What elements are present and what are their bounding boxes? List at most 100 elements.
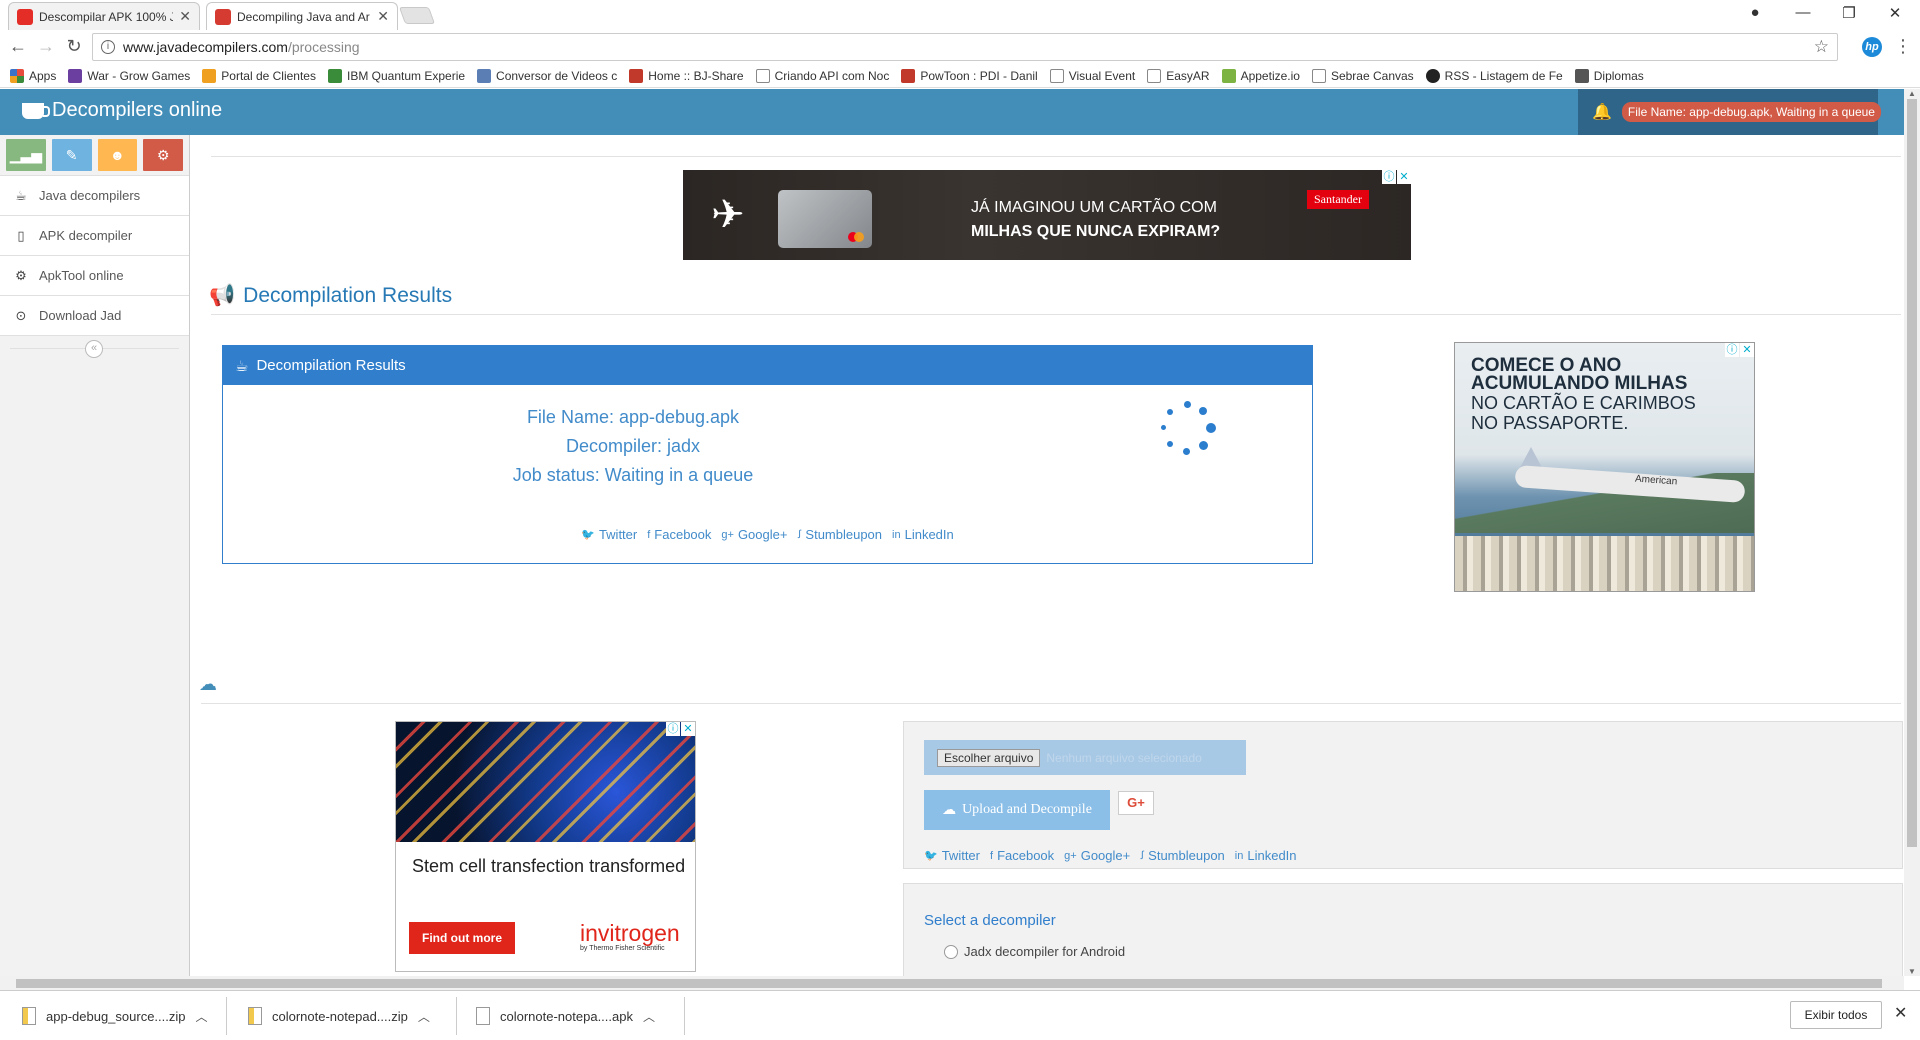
bookmark-item[interactable]: Portal de Clientes	[202, 68, 316, 83]
radio-button[interactable]	[944, 944, 958, 959]
page-title-text: Decompilation Results	[243, 284, 453, 307]
notification-area[interactable]: 🔔 File Name: app-debug.apk, Waiting in a…	[1578, 89, 1881, 135]
bookmark-item[interactable]: War - Grow Games	[68, 68, 190, 83]
bookmark-favicon-icon	[1574, 68, 1589, 83]
site-info-icon[interactable]: i	[101, 40, 115, 54]
google-plus-button[interactable]: G+	[1118, 791, 1154, 815]
new-tab-button[interactable]	[398, 7, 436, 24]
share-linkedin[interactable]: in LinkedIn	[892, 527, 954, 542]
file-picker[interactable]: Escolher arquivo Nenhum arquivo selecion…	[924, 740, 1246, 775]
decompiler-option[interactable]: Jadx decompiler for Android	[944, 944, 1125, 959]
bookmark-item[interactable]: Appetize.io	[1221, 68, 1300, 83]
ad-close-icon[interactable]: ✕	[681, 722, 695, 736]
sidebar-item-label: Download Jad	[39, 308, 122, 323]
reload-icon[interactable]: ↻	[62, 36, 86, 57]
tab-decompiling-java[interactable]: Decompiling Java and Ar ✕	[206, 2, 398, 30]
address-bar[interactable]: i www.javadecompilers.com /processing ☆	[92, 33, 1838, 61]
close-tab-icon[interactable]: ✕	[179, 8, 191, 25]
window-close-icon[interactable]: ✕	[1880, 4, 1910, 22]
scroll-down-icon[interactable]: ▼	[1908, 967, 1916, 976]
ad-info-icon[interactable]: ⓘ	[1382, 170, 1396, 184]
sidebar-item-apk-decompiler[interactable]: ▯ APK decompiler	[0, 215, 189, 255]
download-item[interactable]: colornote-notepad....zip ︿	[248, 1000, 430, 1032]
chevron-up-icon[interactable]: ︿	[643, 1008, 655, 1025]
bookmark-item[interactable]: EasyAR	[1147, 68, 1210, 83]
bookmark-item[interactable]: RSS - Listagem de Fe	[1425, 68, 1563, 83]
forward-icon[interactable]: →	[34, 36, 58, 57]
site-brand[interactable]: Decompilers online	[22, 99, 222, 122]
bookmark-item[interactable]: Apps	[10, 68, 56, 83]
back-icon[interactable]: ←	[6, 36, 30, 57]
choose-file-button[interactable]: Escolher arquivo	[937, 748, 1041, 767]
facebook-icon: f	[990, 849, 994, 862]
tab-title: Decompiling Java and Ar	[237, 9, 370, 24]
scroll-up-icon[interactable]: ▲	[1908, 89, 1916, 98]
ad-close-icon[interactable]: ✕	[1397, 170, 1411, 184]
ad-info-icon[interactable]: ⓘ	[1725, 343, 1739, 357]
share-stumbleupon[interactable]: ꭍ Stumbleupon	[797, 527, 882, 542]
linkedin-icon: in	[1234, 849, 1244, 862]
show-all-downloads-button[interactable]: Exibir todos	[1790, 1001, 1882, 1029]
ad-headline-line2: MILHAS QUE NUNCA EXPIRAM?	[971, 223, 1221, 240]
bookmark-item[interactable]: Sebrae Canvas	[1311, 68, 1414, 83]
sidebar-item-download-jad[interactable]: ⊙ Download Jad	[0, 295, 189, 335]
upload-decompile-button[interactable]: ☁ Upload and Decompile	[924, 790, 1110, 830]
minimize-icon[interactable]: —	[1788, 4, 1818, 21]
banner-ad[interactable]: ✈ JÁ IMAGINOU UM CARTÃO COM MILHAS QUE N…	[683, 170, 1411, 260]
bookmark-item[interactable]: PowToon : PDI - Danil	[901, 68, 1038, 83]
close-tab-icon[interactable]: ✕	[377, 8, 389, 25]
bookmark-item[interactable]: Diplomas	[1574, 68, 1644, 83]
sidebar-item-apktool-online[interactable]: ⚙ ApkTool online	[0, 255, 189, 295]
share-facebook[interactable]: f Facebook	[647, 527, 711, 542]
ad-choices[interactable]: ⓘ ✕	[1382, 170, 1411, 184]
share-linkedin[interactable]: in LinkedIn	[1235, 848, 1297, 863]
share-google-plus[interactable]: g+ Google+	[721, 527, 787, 542]
ad-choices[interactable]: ⓘ ✕	[666, 722, 695, 736]
dna-ad[interactable]: Stem cell transfection transformed Find …	[395, 721, 696, 972]
group-shortcut-button[interactable]: ☻	[97, 139, 138, 171]
ad-info-icon[interactable]: ⓘ	[666, 722, 680, 736]
santander-logo: Santander	[1307, 190, 1369, 209]
bookmark-label: Criando API com Noc	[774, 68, 890, 83]
sidebar-item-java-decompilers[interactable]: ☕ Java decompilers	[0, 175, 189, 215]
vertical-scrollbar[interactable]: ▲ ▼	[1904, 89, 1920, 976]
share-twitter[interactable]: 🐦 Twitter	[924, 848, 980, 863]
settings-shortcut-button[interactable]: ⚙	[143, 139, 183, 171]
share-google-plus[interactable]: g+ Google+	[1064, 848, 1130, 863]
city-image	[1455, 536, 1754, 591]
share-twitter[interactable]: 🐦 Twitter	[581, 527, 637, 542]
horizontal-scrollbar[interactable]	[0, 976, 1904, 990]
url-host: www.javadecompilers.com	[123, 39, 288, 55]
no-file-text: Nenhum arquivo selecionado	[1046, 750, 1202, 765]
share-label: Stumbleupon	[1148, 848, 1225, 863]
profile-icon[interactable]: ●	[1740, 4, 1770, 21]
square-ad[interactable]: COMECE O ANO ACUMULANDO MILHAS NO CARTÃO…	[1454, 342, 1755, 592]
chevron-up-icon[interactable]: ︿	[195, 1008, 207, 1025]
maximize-icon[interactable]: ❐	[1834, 4, 1864, 22]
edit-shortcut-button[interactable]: ✎	[51, 139, 92, 171]
stats-shortcut-button[interactable]: ▁▃▅	[6, 139, 46, 171]
bookmark-favicon-icon	[202, 68, 217, 83]
coffee-icon: ☕	[15, 187, 27, 203]
hp-extension-icon[interactable]: hp	[1862, 37, 1882, 57]
download-item[interactable]: app-debug_source....zip ︿	[22, 1000, 208, 1032]
bookmark-item[interactable]: Visual Event	[1049, 68, 1135, 83]
bookmark-item[interactable]: IBM Quantum Experie	[327, 68, 465, 83]
scrollbar-thumb[interactable]	[1907, 99, 1917, 847]
download-item[interactable]: colornote-notepa....apk ︿	[476, 1000, 655, 1032]
double-chevron-left-icon[interactable]: «	[85, 340, 103, 358]
browser-menu-icon[interactable]: ⋮	[1894, 36, 1912, 57]
close-shelf-icon[interactable]: ✕	[1894, 1003, 1907, 1023]
find-out-more-button[interactable]: Find out more	[409, 922, 515, 954]
tab-descompilar-apk[interactable]: Descompilar APK 100% J ✕	[8, 2, 200, 30]
bookmark-item[interactable]: Conversor de Videos c	[477, 68, 617, 83]
share-stumbleupon[interactable]: ꭍ Stumbleupon	[1140, 848, 1225, 863]
bookmark-star-icon[interactable]: ☆	[1814, 37, 1829, 57]
bookmark-item[interactable]: Criando API com Noc	[755, 68, 890, 83]
chevron-up-icon[interactable]: ︿	[418, 1008, 430, 1025]
ad-close-icon[interactable]: ✕	[1740, 343, 1754, 357]
ad-choices[interactable]: ⓘ ✕	[1725, 343, 1754, 357]
share-facebook[interactable]: f Facebook	[990, 848, 1054, 863]
scrollbar-thumb[interactable]	[16, 979, 1882, 988]
bookmark-item[interactable]: Home :: BJ-Share	[629, 68, 744, 83]
